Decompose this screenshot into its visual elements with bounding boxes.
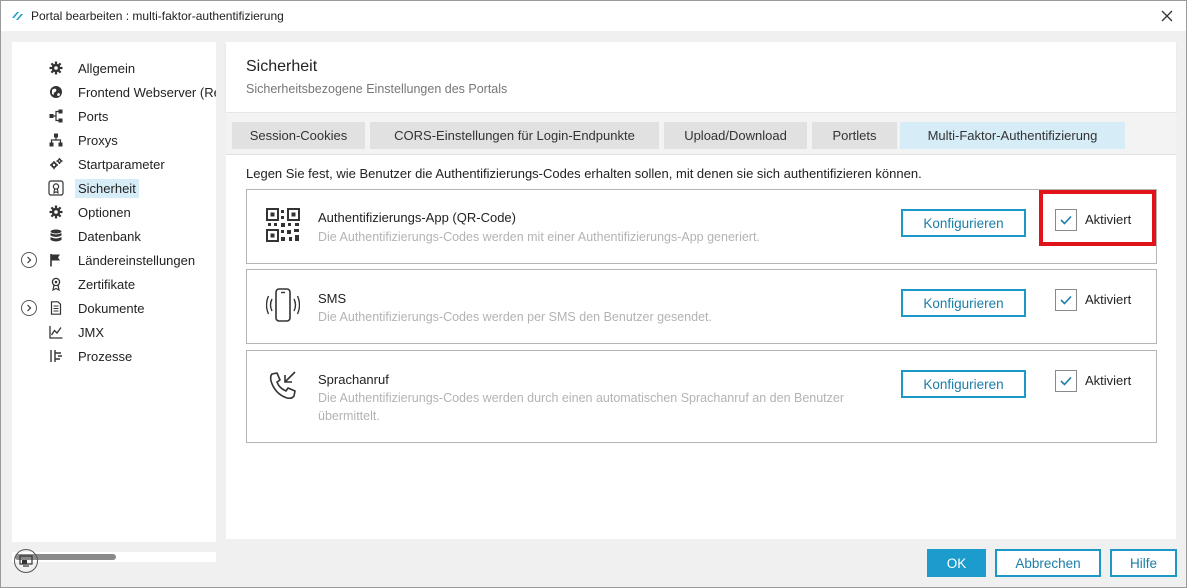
method-description: Die Authentifizierungs-Codes werden durc… [318, 391, 845, 423]
close-icon[interactable] [1156, 6, 1178, 26]
security-icon [48, 180, 64, 196]
sidebar-item-label: Frontend Webserver (Re [78, 84, 216, 100]
section-header: Sicherheit Sicherheitsbezogene Einstellu… [226, 42, 1176, 113]
mfa-method-card-app: Authentifizierungs-App (QR-Code) Die Aut… [246, 189, 1157, 264]
activate-voice-checkbox[interactable] [1055, 370, 1077, 392]
checkbox-label: Aktiviert [1085, 292, 1132, 307]
sidebar-item-frontend-webserver[interactable]: Frontend Webserver (Re [12, 81, 216, 103]
configure-voice-button[interactable]: Konfigurieren [901, 370, 1026, 398]
sidebar-horizontal-scrollbar[interactable] [12, 552, 216, 562]
method-description: Die Authentifizierungs-Codes werden mit … [318, 230, 760, 244]
method-title: SMS [318, 291, 347, 306]
detach-window-icon[interactable] [14, 549, 38, 573]
tab-session-cookies[interactable]: Session-Cookies [232, 122, 365, 149]
flag-icon [48, 252, 64, 268]
main-panel: Sicherheit Sicherheitsbezogene Einstellu… [226, 42, 1176, 539]
method-description: Die Authentifizierungs-Codes werden per … [318, 310, 712, 324]
database-icon [48, 228, 64, 244]
sidebar-item-label: Ländereinstellungen [78, 252, 196, 268]
proxy-icon [48, 132, 64, 148]
page-title: Sicherheit [246, 58, 318, 75]
activate-sms-checkbox[interactable] [1055, 289, 1077, 311]
sidebar-item-label: Zertifikate [78, 276, 136, 292]
sidebar-item-jmx[interactable]: JMX [12, 321, 216, 343]
sidebar-item-zertifikate[interactable]: Zertifikate [12, 273, 216, 295]
smartphone-icon [265, 287, 301, 323]
tab-divider [226, 154, 1176, 155]
checkmark-icon [1060, 215, 1072, 225]
cancel-button[interactable]: Abbrechen [995, 549, 1101, 577]
sidebar-item-label: Prozesse [78, 348, 133, 364]
ok-button[interactable]: OK [927, 549, 986, 577]
method-title: Sprachanruf [318, 372, 389, 387]
sidebar-item-label: Proxys [78, 132, 118, 148]
title-bar: Portal bearbeiten : multi-faktor-authent… [0, 0, 1187, 31]
sidebar-item-dokumente[interactable]: Dokumente [12, 297, 216, 319]
sidebar-item-proxys[interactable]: Proxys [12, 129, 216, 151]
checkbox-label: Aktiviert [1085, 373, 1132, 388]
sidebar-nav: Allgemein Frontend Webserver (Re Ports P… [12, 42, 216, 542]
certificate-icon [48, 276, 64, 292]
ports-icon [48, 108, 64, 124]
sidebar-item-startparameter[interactable]: Startparameter [12, 153, 216, 175]
tab-multi-faktor-authentifizierung[interactable]: Multi-Faktor-Authentifizierung [900, 122, 1125, 149]
process-icon [48, 348, 64, 364]
gear-icon [48, 204, 64, 220]
sidebar-item-label: Ports [78, 108, 109, 124]
sidebar-item-ports[interactable]: Ports [12, 105, 216, 127]
expand-chevron-icon[interactable] [21, 252, 37, 268]
sidebar-item-optionen[interactable]: Optionen [12, 201, 216, 223]
tab-cors-einstellungen[interactable]: CORS-Einstellungen für Login-Endpunkte [370, 122, 659, 149]
sidebar-item-label: JMX [78, 324, 104, 340]
incoming-call-icon [265, 368, 301, 404]
sidebar-item-label: Startparameter [78, 156, 165, 172]
tab-upload-download[interactable]: Upload/Download [664, 122, 807, 149]
sidebar-item-prozesse[interactable]: Prozesse [12, 345, 216, 367]
gears-icon [48, 156, 64, 172]
sidebar-item-label: Allgemein [78, 60, 136, 76]
expand-chevron-icon[interactable] [21, 300, 37, 316]
activate-app-checkbox[interactable] [1055, 209, 1077, 231]
sidebar-item-datenbank[interactable]: Datenbank [12, 225, 216, 247]
sidebar-item-label: Sicherheit [75, 178, 139, 198]
mfa-method-card-voice: Sprachanruf Die Authentifizierungs-Codes… [246, 350, 1157, 443]
sidebar-item-label: Datenbank [78, 228, 141, 244]
tab-portlets[interactable]: Portlets [812, 122, 897, 149]
checkbox-label: Aktiviert [1085, 212, 1132, 227]
mfa-intro-text: Legen Sie fest, wie Benutzer die Authent… [246, 166, 922, 181]
tab-bar: Session-Cookies CORS-Einstellungen für L… [226, 114, 1176, 154]
method-title: Authentifizierungs-App (QR-Code) [318, 210, 516, 225]
configure-sms-button[interactable]: Konfigurieren [901, 289, 1026, 317]
document-icon [48, 300, 64, 316]
globe-icon [48, 84, 64, 100]
qr-code-icon [265, 207, 301, 243]
mfa-method-card-sms: SMS Die Authentifizierungs-Codes werden … [246, 269, 1157, 344]
dialog-frame: Allgemein Frontend Webserver (Re Ports P… [0, 31, 1187, 588]
checkmark-icon [1060, 295, 1072, 305]
sidebar-item-laendereinstellungen[interactable]: Ländereinstellungen [12, 249, 216, 271]
chart-icon [48, 324, 64, 340]
window-title: Portal bearbeiten : multi-faktor-authent… [31, 9, 284, 23]
configure-app-button[interactable]: Konfigurieren [901, 209, 1026, 237]
page-subtitle: Sicherheitsbezogene Einstellungen des Po… [246, 82, 508, 96]
sidebar-item-label: Optionen [78, 204, 131, 220]
sidebar-item-allgemein[interactable]: Allgemein [12, 57, 216, 79]
checkmark-icon [1060, 376, 1072, 386]
app-logo-icon [10, 9, 24, 23]
help-button[interactable]: Hilfe [1110, 549, 1177, 577]
sidebar-item-label: Dokumente [78, 300, 145, 316]
sidebar-item-sicherheit[interactable]: Sicherheit [12, 177, 216, 199]
gear-icon [48, 60, 64, 76]
